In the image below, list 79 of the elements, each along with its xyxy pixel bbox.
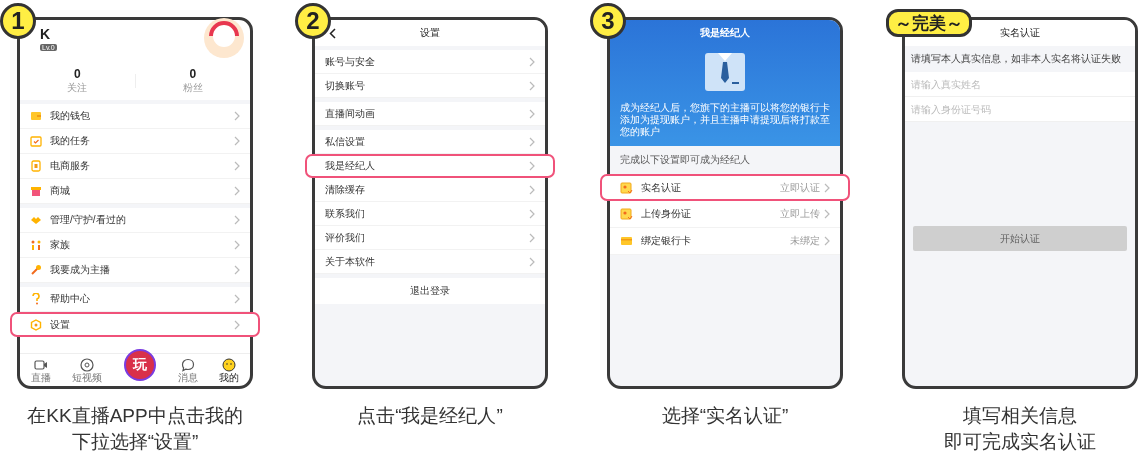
menu-item[interactable]: 联系我们 [315, 202, 545, 226]
chevron-icon [234, 136, 240, 146]
step-badge: 1 [0, 3, 36, 39]
tab-item[interactable]: 直播 [30, 357, 51, 383]
caption-text: 填写相关信息 [963, 404, 1077, 428]
chevron-icon [234, 240, 240, 250]
logout-button[interactable]: 退出登录 [315, 278, 545, 304]
caption-text: 选择“实名认证” [661, 404, 789, 428]
task-status: 未绑定 [790, 234, 820, 248]
back-icon[interactable] [329, 28, 336, 39]
microphone-icon [30, 264, 42, 276]
stat-value: 0 [73, 67, 81, 81]
settings-icon [30, 318, 42, 331]
chevron-icon [529, 232, 535, 243]
chevron-icon [824, 209, 830, 219]
task-item[interactable]: 实名认证 立即认证 [600, 174, 850, 201]
task-status: 立即上传 [780, 207, 820, 221]
menu-item[interactable]: 账号与安全 [315, 50, 545, 74]
chevron-icon [234, 161, 240, 171]
video-camera-icon [33, 357, 48, 372]
chevron-icon [529, 161, 535, 171]
chevron-icon [234, 319, 240, 330]
stat-label: 关注 [67, 81, 88, 95]
menu-item[interactable]: 关于本软件 [315, 250, 545, 274]
screen-title: 我是经纪人 [700, 26, 750, 40]
chevron-icon [529, 56, 535, 67]
chevron-icon [234, 294, 240, 304]
step-badge: 2 [295, 3, 331, 39]
caption-text: 在KK直播APP中点击我的 [27, 404, 243, 428]
chevron-icon [529, 256, 535, 267]
tab-item[interactable]: 短视频 [72, 357, 103, 383]
chat-bubble-icon [180, 357, 195, 372]
caption-text: 即可完成实名认证 [944, 430, 1096, 454]
chevron-icon [824, 182, 830, 193]
play-button[interactable]: 玩 [124, 349, 156, 381]
caption-text: 点击“我是经纪人” [357, 404, 503, 428]
screen-title: 实名认证 [1000, 26, 1040, 40]
chevron-icon [529, 184, 535, 195]
wallet-icon [30, 110, 42, 122]
people-icon [30, 239, 42, 251]
chevron-icon [529, 80, 535, 91]
question-icon [30, 293, 42, 305]
document-icon [30, 160, 42, 172]
diamond-icon [30, 214, 42, 226]
menu-item[interactable]: 切换账号 [315, 74, 545, 98]
input-field[interactable]: 请输入身份证号码 [905, 97, 1135, 122]
menu-item[interactable]: 私信设置 [315, 130, 545, 154]
chevron-icon [529, 136, 535, 147]
task-item[interactable]: 上传身份证 立即上传 [610, 201, 840, 228]
stat-label: 粉丝 [182, 81, 203, 95]
caption-text: 下拉选择“设置” [71, 430, 199, 454]
store-icon [30, 185, 42, 197]
chevron-icon [529, 108, 535, 119]
disc-icon [80, 357, 95, 372]
menu-item[interactable]: 清除缓存 [315, 178, 545, 202]
chevron-icon [529, 208, 535, 219]
chevron-icon [824, 236, 830, 246]
tab-item[interactable]: 我的 [219, 357, 240, 383]
input-field[interactable]: 请输入真实姓名 [905, 72, 1135, 97]
user-name: K [40, 26, 51, 42]
task-item[interactable]: 绑定银行卡 未绑定 [610, 228, 840, 255]
task-status: 立即认证 [780, 180, 820, 195]
step-badge: ～完美～ [886, 9, 972, 37]
tab-item[interactable]: 消息 [177, 357, 198, 383]
menu-item[interactable]: 直播间动画 [315, 102, 545, 126]
face-icon [222, 357, 237, 372]
screen-title: 设置 [420, 26, 440, 40]
stat-value: 0 [189, 67, 197, 81]
suit-tie-icon [704, 52, 746, 92]
menu-item[interactable]: 我是经纪人 [305, 154, 555, 178]
chevron-icon [234, 186, 240, 196]
step-badge: 3 [590, 3, 626, 39]
menu-item[interactable]: 设置 [10, 312, 260, 337]
description-text: 成为经纪人后，您旗下的主播可以将您的银行卡添加为提现账户，并且主播申请提现后将打款至您的账户 [620, 102, 830, 138]
bank-card-icon [620, 235, 633, 247]
chevron-icon [234, 265, 240, 275]
chevron-icon [234, 111, 240, 121]
menu-item[interactable]: 评价我们 [315, 226, 545, 250]
chevron-icon [234, 215, 240, 225]
